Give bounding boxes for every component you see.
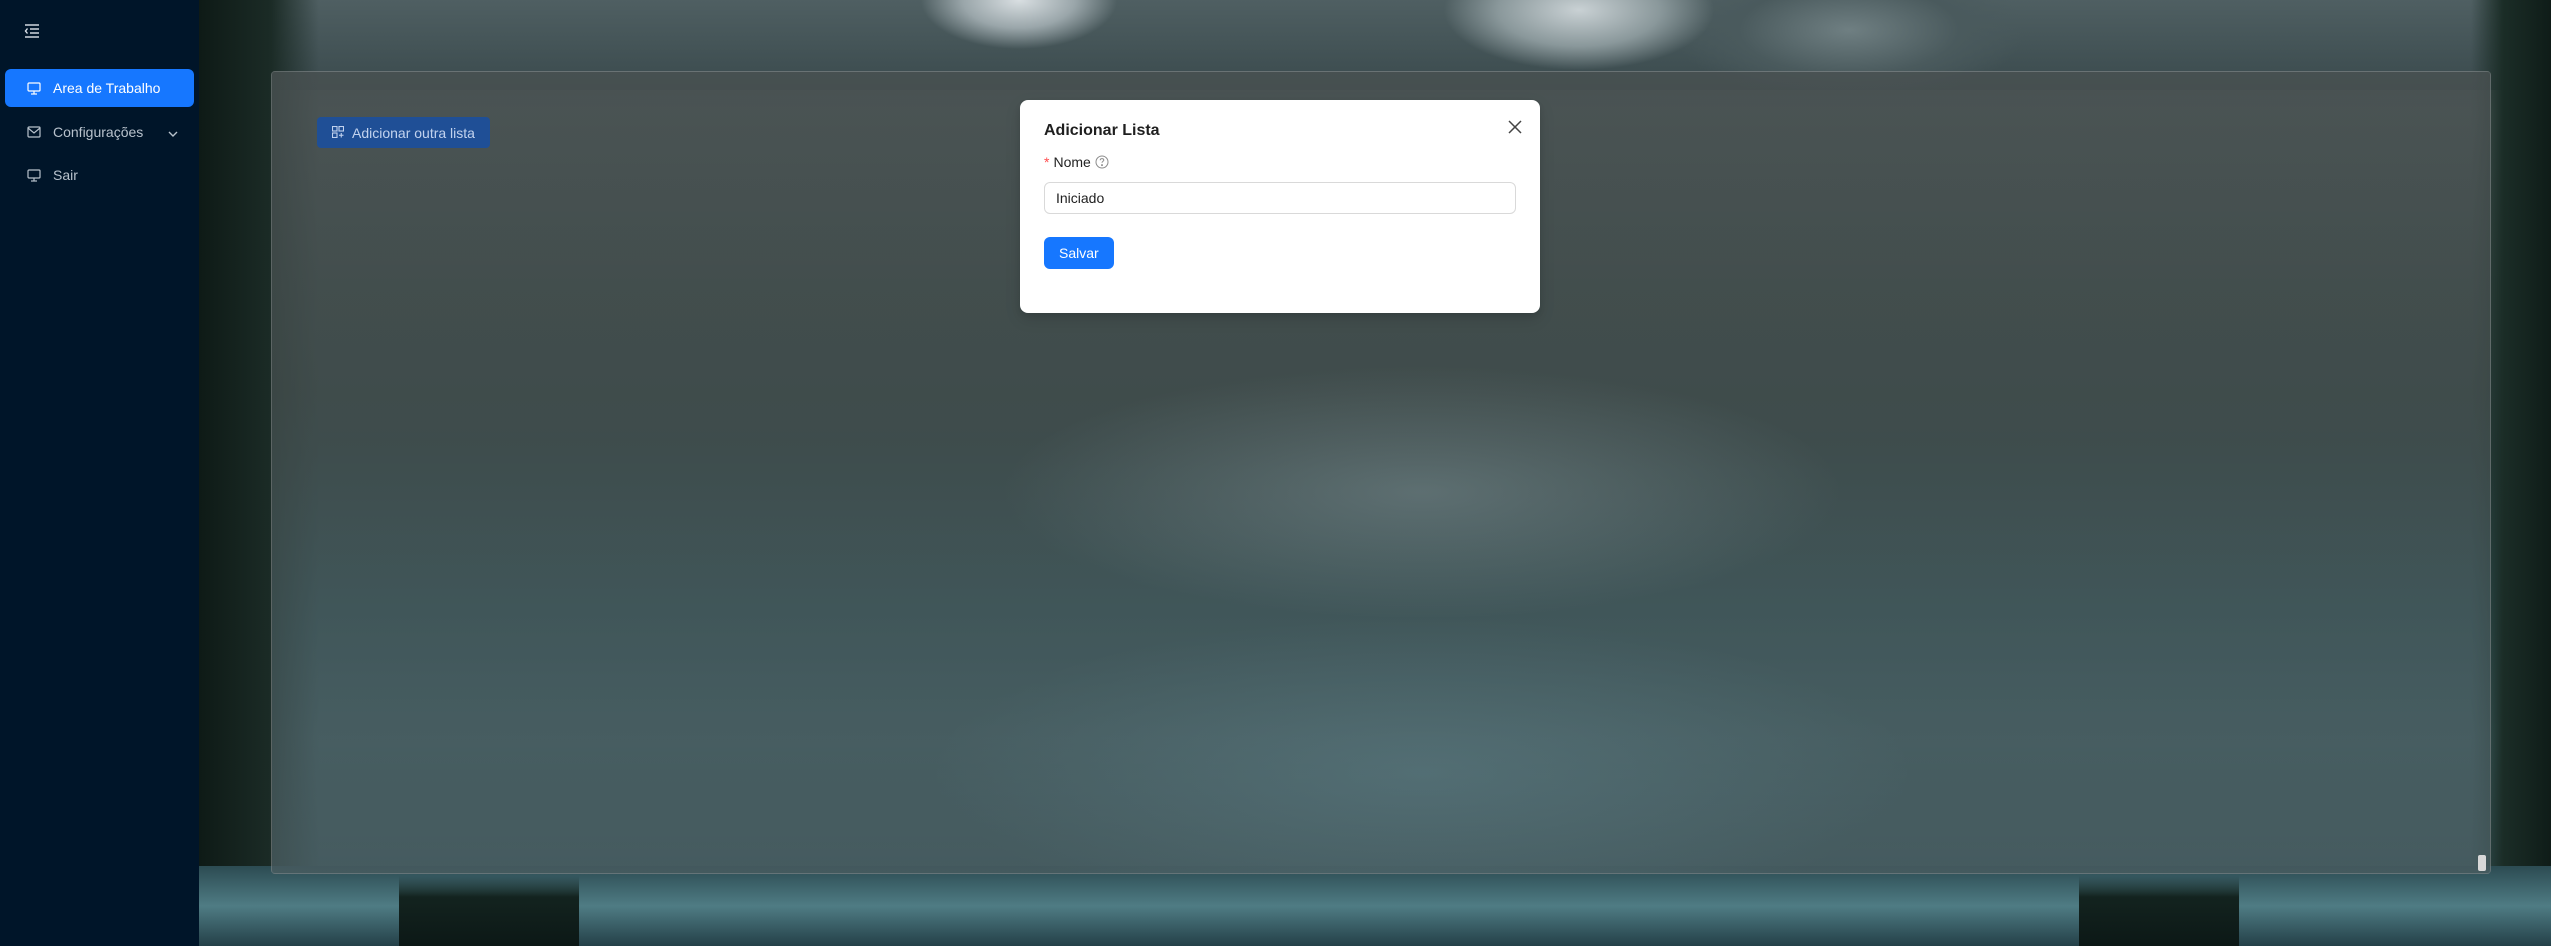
required-mark: * [1044, 154, 1050, 170]
sidebar-item-sair[interactable]: Sair [5, 156, 194, 194]
save-button[interactable]: Salvar [1044, 237, 1114, 269]
mail-icon [27, 124, 43, 140]
sidebar-item-configuracoes[interactable]: Configurações [5, 113, 194, 151]
sidebar-item-label: Configurações [53, 124, 144, 140]
modal-title: Adicionar Lista [1044, 122, 1160, 139]
name-field-label: * Nome [1044, 154, 1109, 170]
sidebar-item-label: Sair [53, 167, 78, 183]
chevron-down-icon [168, 125, 178, 141]
add-list-label: Adicionar outra lista [352, 124, 475, 141]
scrollbar-handle[interactable] [2478, 855, 2486, 871]
sidebar: Area de Trabalho Configurações Sair [0, 0, 199, 946]
close-icon[interactable] [1504, 116, 1526, 138]
add-list-button[interactable]: Adicionar outra lista [317, 117, 490, 148]
sidebar-item-area-de-trabalho[interactable]: Area de Trabalho [5, 69, 194, 107]
add-list-modal: Adicionar Lista * Nome Salvar [1020, 100, 1540, 313]
background-trees-bottom [2079, 876, 2239, 946]
sidebar-item-label: Area de Trabalho [53, 80, 161, 96]
name-label-text: Nome [1053, 154, 1091, 170]
name-input[interactable] [1044, 182, 1516, 214]
background-trees-bottom [399, 876, 579, 946]
add-list-icon [331, 125, 345, 141]
desktop-icon [27, 80, 43, 96]
question-circle-icon[interactable] [1095, 155, 1109, 169]
menu-collapse-icon[interactable] [22, 22, 42, 40]
desktop-icon [27, 167, 43, 183]
